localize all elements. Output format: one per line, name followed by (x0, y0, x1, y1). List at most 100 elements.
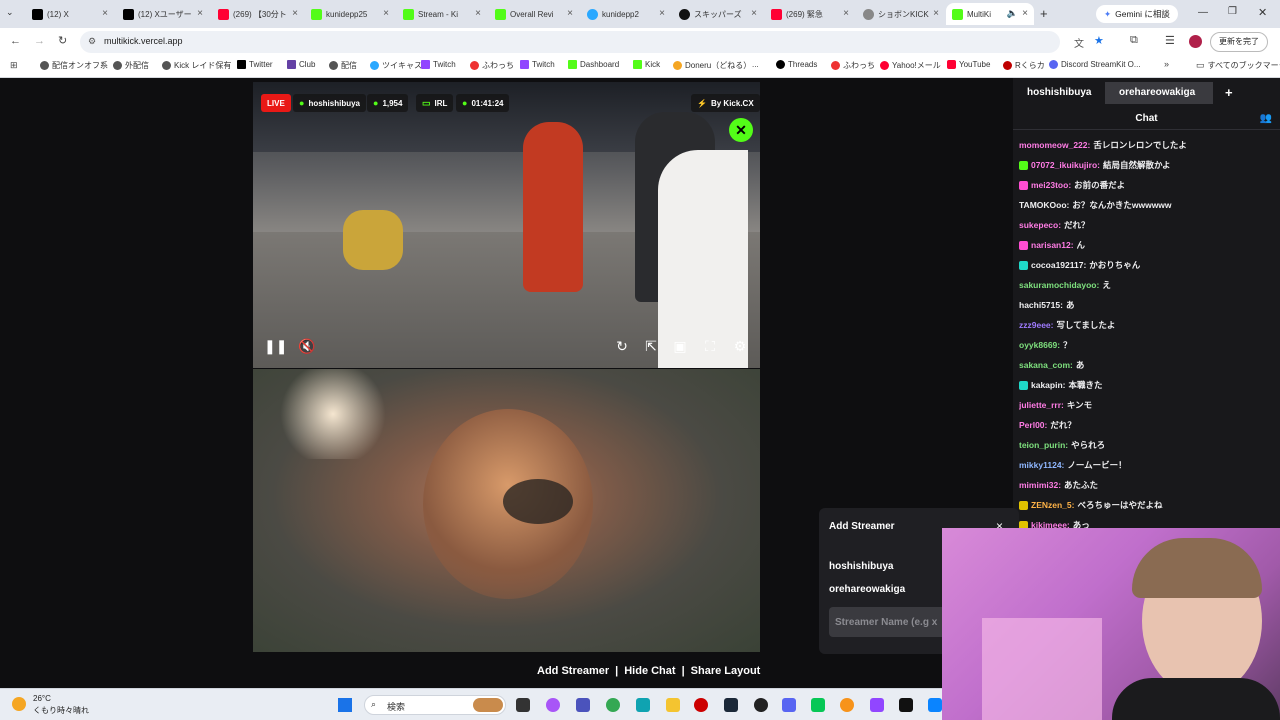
pip-icon[interactable]: ▣ (671, 337, 689, 355)
chat-username[interactable]: mimimi32: (1019, 480, 1061, 490)
discord-icon[interactable] (782, 698, 796, 712)
streamer-entry[interactable]: orehareowakiga (829, 584, 905, 595)
teams-icon[interactable] (576, 698, 590, 712)
bookmark-item[interactable]: 配信オンオフ系 (40, 60, 108, 71)
chat-username[interactable]: TAMOKOoo: (1019, 200, 1069, 210)
tab-search-icon[interactable]: ⌄ (6, 7, 20, 21)
back-icon[interactable]: ← (10, 35, 21, 47)
browser-tab[interactable]: (12) X × (26, 3, 114, 25)
gear-icon[interactable]: ⚙ (731, 337, 749, 355)
chat-tab-hoshishibuya[interactable]: hoshishibuya (1013, 82, 1105, 104)
browser-tab[interactable]: kunidepp25 × (305, 3, 395, 25)
chat-username[interactable]: cocoa192117: (1031, 260, 1086, 270)
close-icon[interactable]: × (843, 8, 849, 19)
explorer-icon[interactable] (666, 698, 680, 712)
stream-player-1[interactable]: LIVE ● hoshishibuya ● 1,954 ▭ IRL ● 01:4… (253, 82, 760, 368)
bookmark-item[interactable]: Threads (776, 60, 817, 69)
fullscreen-icon[interactable]: ⛶ (701, 337, 719, 355)
bookmark-item[interactable]: Club (287, 60, 315, 69)
update-button[interactable]: 更新を完了 (1210, 32, 1268, 52)
close-icon[interactable]: × (383, 8, 389, 19)
bookmark-item[interactable]: ふわっち (831, 60, 875, 71)
gemini-button[interactable]: ✦ Gemini に相談 (1096, 5, 1178, 23)
edge-icon[interactable] (636, 698, 650, 712)
browser-tab[interactable]: (269) 【30分ト × (212, 3, 304, 25)
copilot-icon[interactable] (546, 698, 560, 712)
bookmark-item[interactable]: ツイキャス (370, 60, 422, 71)
new-tab-button[interactable]: + (1040, 6, 1048, 21)
by-kickcx-badge[interactable]: ⚡ By Kick.CX (691, 94, 760, 112)
weather-desc[interactable]: くもり時々晴れ (33, 705, 89, 716)
bookmark-item[interactable]: Doneru（どねる） (673, 60, 751, 71)
chat-username[interactable]: narisan12: (1031, 240, 1074, 250)
chat-username[interactable]: mei23too: (1031, 180, 1071, 190)
bookmark-item[interactable]: ふわっち (470, 60, 514, 71)
bookmark-item[interactable]: YouTube (947, 60, 990, 69)
chat-username[interactable]: ZENzen_5: (1031, 500, 1074, 510)
app-icon[interactable] (694, 698, 708, 712)
terminal-icon[interactable] (899, 698, 913, 712)
close-icon[interactable]: × (751, 8, 757, 19)
close-icon[interactable]: × (1022, 8, 1028, 19)
bookmark-star-icon[interactable]: ★ (1094, 34, 1104, 47)
all-bookmarks-folder[interactable]: ▭ すべてのブックマーク (1196, 60, 1280, 71)
bookmark-item[interactable]: Twitch (421, 60, 456, 69)
channel-badge[interactable]: ● hoshishibuya (293, 94, 366, 112)
chat-username[interactable]: 07072_ikuikujiro: (1031, 160, 1100, 170)
url-text[interactable]: multikick.vercel.app (104, 36, 183, 46)
app-icon[interactable] (840, 698, 854, 712)
bookmark-item[interactable]: Yahoo!メール (880, 60, 941, 71)
minimize-button[interactable]: — (1198, 7, 1208, 18)
pause-icon[interactable]: ❚❚ (264, 337, 287, 355)
browser-tab[interactable]: kunidepp2 × (581, 3, 671, 25)
weather-icon[interactable] (12, 697, 26, 711)
close-stream-button[interactable]: ✕ (729, 118, 753, 142)
close-icon[interactable]: × (292, 8, 298, 19)
chat-username[interactable]: sukepeco: (1019, 220, 1061, 230)
chat-username[interactable]: sakana_com: (1019, 360, 1073, 370)
window-close-button[interactable]: ✕ (1258, 6, 1267, 19)
popout-icon[interactable]: ⇱ (642, 337, 660, 355)
steam-icon[interactable] (724, 698, 738, 712)
bookmark-item[interactable]: Kick レイド保有 (162, 60, 231, 71)
more-bookmarks-icon[interactable]: » (1164, 59, 1169, 69)
reload-page-icon[interactable]: ↻ (58, 34, 67, 47)
close-icon[interactable]: × (659, 8, 665, 19)
bookmark-item[interactable]: Dashboard (568, 60, 619, 69)
chat-username[interactable]: Perl00: (1019, 420, 1047, 430)
app-icon[interactable] (928, 698, 942, 712)
windows-start-icon[interactable] (338, 698, 352, 712)
browser-tab[interactable]: (12) Xユーザー × (117, 3, 209, 25)
omnibox[interactable]: ⚙ multikick.vercel.app 文 ★ (80, 31, 1104, 53)
bookmark-item[interactable]: Discord StreamKit O... (1049, 60, 1141, 69)
chrome-icon[interactable] (606, 698, 620, 712)
browser-tab-active[interactable]: MultiKi 🔈 × (946, 3, 1034, 25)
browser-tab[interactable]: スキッパーズ × (673, 3, 763, 25)
taskbar-search[interactable]: ⌕ 検索 (364, 695, 506, 715)
translate-icon[interactable]: 文 (1074, 35, 1084, 50)
close-icon[interactable]: × (475, 8, 481, 19)
speaker-icon[interactable]: 🔈 (1007, 8, 1018, 19)
browser-tab[interactable]: ショボンKICK × (857, 3, 945, 25)
chat-username[interactable]: oyyk8669: (1019, 340, 1060, 350)
bookmark-item[interactable]: 外配信 (113, 60, 149, 71)
chat-username[interactable]: hachi5715: (1019, 300, 1063, 310)
line-icon[interactable] (811, 698, 825, 712)
chat-username[interactable]: teion_purin: (1019, 440, 1068, 450)
close-icon[interactable]: × (197, 8, 203, 19)
chat-username[interactable]: juliette_rrr: (1019, 400, 1064, 410)
chat-username[interactable]: momomeow_222: (1019, 140, 1090, 150)
chat-username[interactable]: zzz9eee: (1019, 320, 1054, 330)
browser-tab[interactable]: Stream - Ki × (397, 3, 487, 25)
bookmark-item[interactable]: Twitter (237, 60, 273, 69)
close-icon[interactable]: × (933, 8, 939, 19)
forward-icon[interactable]: → (34, 35, 45, 47)
share-layout-link[interactable]: Share Layout (691, 665, 761, 677)
maximize-button[interactable]: ❐ (1228, 6, 1237, 17)
reading-list-icon[interactable]: ☰ (1165, 34, 1175, 47)
mute-icon[interactable]: 🔇 (298, 337, 316, 355)
avatar[interactable] (1189, 35, 1202, 48)
chat-username[interactable]: kakapin: (1031, 380, 1066, 390)
chat-username[interactable]: mikky1124: (1019, 460, 1064, 470)
chat-tab-orehareowakiga[interactable]: orehareowakiga (1105, 82, 1213, 104)
